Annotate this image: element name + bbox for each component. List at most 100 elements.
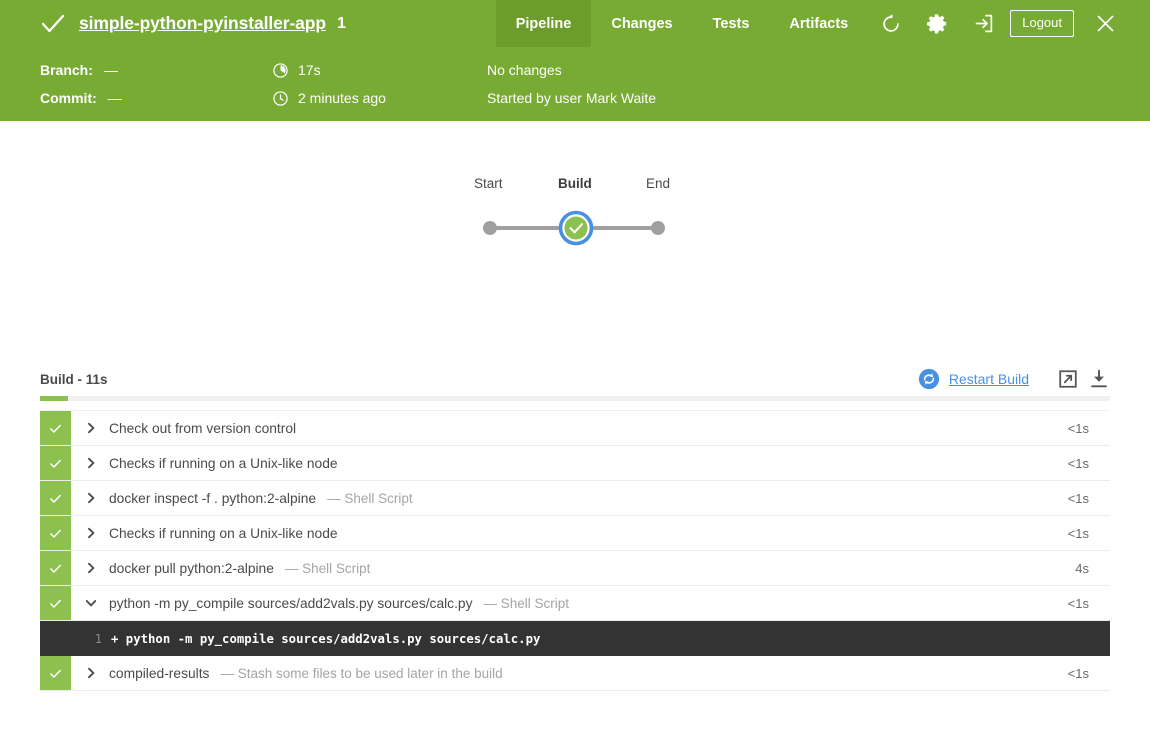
chevron-right-icon — [88, 492, 95, 504]
step-toggle[interactable]: docker inspect -f . python:2-alpine — She… — [71, 481, 1068, 515]
tab-pipeline[interactable]: Pipeline — [495, 0, 592, 47]
step-type-label: — Stash some files to be used later in t… — [220, 665, 503, 681]
branch-label: Branch: — [40, 62, 93, 78]
time-value: 2 minutes ago — [298, 90, 386, 106]
meta-commit-row: Commit: — — [40, 84, 273, 112]
step-success-check-icon — [50, 494, 61, 503]
pipeline-graph-area: Start Build End — [0, 121, 1150, 362]
results-title: Build - 11s — [40, 371, 108, 387]
build-progress-fill — [40, 396, 68, 401]
graph-node-labels: Start Build End — [466, 176, 681, 198]
step-status-cell — [40, 516, 71, 550]
cause-value: Started by user Mark Waite — [487, 90, 657, 106]
chevron-right-icon — [88, 527, 95, 539]
external-link-icon[interactable] — [1057, 368, 1079, 390]
run-number: 1 — [337, 14, 346, 32]
step-type-label: — Shell Script — [327, 490, 413, 506]
graph-label-build: Build — [558, 176, 592, 191]
run-metadata-bar: Branch: — Commit: — 17s 2 minutes ago No… — [0, 47, 1150, 121]
step-row[interactable]: Checks if running on a Unix-like node <1s — [40, 516, 1110, 551]
meta-column-cause: No changes Started by user Mark Waite — [487, 56, 656, 121]
step-duration: <1s — [1067, 525, 1089, 541]
step-type-label: — Shell Script — [284, 560, 371, 576]
graph-node-end[interactable] — [651, 221, 665, 235]
gear-icon — [926, 14, 946, 34]
rerun-button[interactable] — [868, 0, 914, 47]
step-success-check-icon — [50, 599, 61, 608]
tab-changes[interactable]: Changes — [591, 0, 692, 47]
pipeline-graph: Start Build End — [466, 176, 681, 256]
step-success-check-icon — [50, 424, 61, 433]
step-label: docker pull python:2-alpine — [109, 560, 274, 576]
step-label: Check out from version control — [109, 420, 297, 436]
step-toggle[interactable]: python -m py_compile sources/add2vals.py… — [71, 586, 1068, 620]
step-status-cell — [40, 551, 71, 585]
commit-value: — — [107, 90, 122, 106]
duration-value: 17s — [298, 62, 321, 78]
step-toggle[interactable]: Checks if running on a Unix-like node — [71, 516, 1068, 550]
chevron-right-icon — [88, 457, 95, 469]
meta-changes-row: No changes — [487, 56, 656, 84]
results-header: Build - 11s Restart Build — [40, 362, 1110, 396]
close-button[interactable] — [1082, 0, 1128, 47]
meta-time-row: 2 minutes ago — [273, 84, 487, 112]
step-success-check-icon — [50, 564, 61, 573]
step-label: compiled-results — [109, 665, 210, 681]
tab-artifacts[interactable]: Artifacts — [769, 0, 868, 47]
step-status-cell — [40, 411, 71, 445]
step-toggle[interactable]: Checks if running on a Unix-like node — [71, 446, 1068, 480]
graph-node-start[interactable] — [483, 221, 497, 235]
step-label: docker inspect -f . python:2-alpine — [109, 490, 317, 506]
step-row[interactable]: Checks if running on a Unix-like node <1s — [40, 446, 1110, 481]
clock-icon — [273, 90, 288, 106]
step-row[interactable]: Check out from version control <1s — [40, 411, 1110, 446]
step-duration: <1s — [1067, 595, 1089, 611]
step-row[interactable]: docker inspect -f . python:2-alpine — She… — [40, 481, 1110, 516]
step-row[interactable]: compiled-results — Stash some files to be… — [40, 656, 1110, 691]
changes-value: No changes — [487, 62, 562, 78]
step-label: Checks if running on a Unix-like node — [109, 525, 338, 541]
restart-build-link[interactable]: Restart Build — [949, 371, 1029, 387]
rerun-icon — [883, 13, 899, 32]
console-output-row: 1 + python -m py_compile sources/add2vals… — [40, 621, 1110, 656]
step-label: python -m py_compile sources/add2vals.py… — [109, 595, 473, 611]
console-output[interactable]: 1 + python -m py_compile sources/add2vals… — [40, 621, 1110, 656]
step-type-label: — Shell Script — [483, 595, 570, 611]
graph-label-start: Start — [474, 176, 503, 191]
step-row[interactable]: python -m py_compile sources/add2vals.py… — [40, 586, 1110, 621]
step-row[interactable]: docker pull python:2-alpine — Shell Scrip… — [40, 551, 1110, 586]
step-status-cell — [40, 656, 71, 690]
branch-value: — — [103, 62, 118, 78]
chevron-right-icon — [88, 422, 95, 434]
duration-icon — [273, 62, 288, 78]
logout-arrow-button[interactable] — [960, 0, 1006, 47]
step-duration: <1s — [1067, 665, 1089, 681]
pipeline-name-link[interactable]: simple-python-pyinstaller-app — [79, 13, 326, 34]
step-list: Check out from version control <1s Checks … — [40, 410, 1110, 691]
results-actions: Restart Build — [918, 368, 1110, 390]
step-status-cell — [40, 586, 71, 620]
chevron-right-icon — [88, 562, 95, 574]
step-success-check-icon — [50, 529, 61, 538]
restart-icon[interactable] — [918, 368, 940, 390]
tab-tests[interactable]: Tests — [693, 0, 770, 47]
meta-cause-row: Started by user Mark Waite — [487, 84, 656, 112]
step-duration: 4s — [1075, 560, 1089, 576]
graph-svg — [483, 210, 665, 246]
step-success-check-icon — [50, 669, 61, 678]
step-success-check-icon — [50, 459, 61, 468]
logout-button[interactable]: Logout — [1010, 10, 1074, 37]
step-status-cell — [40, 481, 71, 515]
download-icon[interactable] — [1088, 368, 1110, 390]
step-toggle[interactable]: Check out from version control — [71, 411, 1068, 445]
chevron-right-icon — [88, 667, 95, 679]
step-toggle[interactable]: compiled-results — Stash some files to be… — [71, 656, 1068, 690]
step-toggle[interactable]: docker pull python:2-alpine — Shell Scrip… — [71, 551, 1075, 585]
step-duration: <1s — [1067, 455, 1089, 471]
step-duration: <1s — [1067, 420, 1089, 436]
graph-node-build[interactable] — [564, 216, 588, 240]
step-duration: <1s — [1067, 490, 1089, 506]
settings-button[interactable] — [914, 0, 960, 47]
build-progress-track — [40, 396, 1110, 401]
step-status-cell — [40, 446, 71, 480]
